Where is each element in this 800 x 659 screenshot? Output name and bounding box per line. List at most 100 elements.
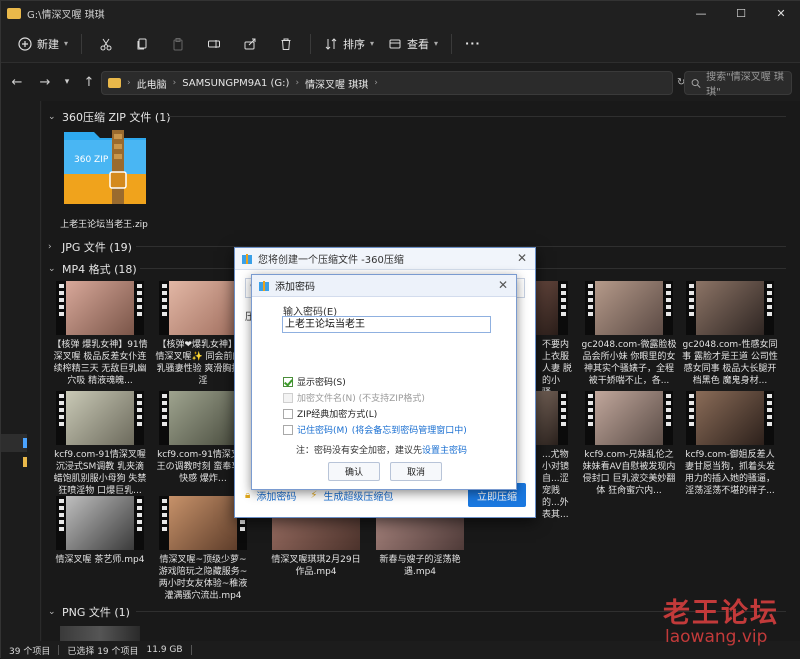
video-thumbnail — [686, 391, 774, 445]
chevron-down-icon: ▾ — [434, 39, 439, 48]
file-name: 上老王论坛当老王.zip — [60, 220, 148, 230]
lock-icon: 🔒︎ — [245, 490, 251, 501]
group-title: JPG 文件 (19) — [62, 241, 132, 254]
status-separator — [190, 645, 192, 655]
maximize-button[interactable]: ☐ — [721, 1, 761, 25]
share-icon — [244, 38, 256, 49]
group-header-jpg[interactable]: › JPG 文件 (19) — [48, 239, 132, 255]
zip-classic-encryption-option[interactable]: ZIP经典加密方式(L) — [283, 407, 377, 420]
explorer-window: G:\情深叉喔 琪琪 — ☐ ✕ 新建 ▾ 排序 ▾ 查看 ▾ ··· ← → … — [0, 0, 800, 659]
super-compress-link[interactable]: 生成超级压缩包 — [323, 488, 393, 503]
group-header-mp4[interactable]: ⌄ MP4 格式 (18) — [48, 261, 137, 277]
file-name: 情深叉喔 茶艺师.mp4 — [55, 555, 145, 565]
option-label: 显示密码(S) — [297, 378, 346, 388]
chevron-down-icon: ⌄ — [48, 112, 56, 122]
back-arrow-icon[interactable]: ← — [5, 70, 29, 94]
more-button[interactable]: ··· — [458, 30, 488, 58]
plus-circle-icon — [18, 36, 32, 51]
group-header-zip[interactable]: ⌄ 360压缩 ZIP 文件 (1) — [48, 109, 170, 125]
file-name: kcf9.com-兄妹乱伦之妹妹看AV自慰被发现内侵封口 巨乳波交美妙翻体 狂肏… — [582, 450, 676, 496]
breadcrumb-this-pc[interactable]: 此电脑 — [137, 76, 167, 91]
add-password-dialog: 添加密码 ✕ 输入密码(E) 上老王论坛当老王 显示密码(S) 加密文件名(N)… — [251, 274, 517, 490]
minimize-button[interactable]: — — [681, 1, 721, 25]
dialog-title: 添加密码 — [275, 282, 315, 293]
copy-button[interactable] — [128, 30, 156, 58]
chevron-right-icon: › — [48, 242, 52, 252]
item-count: 39 个项目 — [9, 646, 51, 657]
zip-archive-icon: 360 ZIP — [64, 130, 146, 204]
view-label: 查看 — [407, 37, 430, 51]
group-title: MP4 格式 (18) — [62, 263, 137, 276]
add-password-link[interactable]: 添加密码 — [256, 488, 296, 503]
scissors-icon — [100, 38, 112, 50]
video-thumbnail — [686, 281, 774, 335]
nav-pane-item-icon[interactable] — [23, 457, 27, 467]
png-thumbnail[interactable] — [60, 626, 140, 641]
show-password-option[interactable]: 显示密码(S) — [283, 375, 346, 388]
dialog-title-bar: 您将创建一个压缩文件 -360压缩 — [235, 248, 535, 270]
chevron-right-icon: › — [172, 78, 177, 88]
file-name: 新春与嫂子的淫荡艳遇.mp4 — [379, 555, 461, 577]
paste-button[interactable] — [164, 30, 192, 58]
file-name: 情深叉喔~顶级少萝~游戏陪玩之隐藏服务~两小时女友体验~稚液灌满骚穴流出.mp4 — [158, 555, 248, 601]
note-text: 注：密码没有安全加密，建议先 — [296, 446, 423, 456]
chevron-down-icon: ⌄ — [48, 264, 56, 274]
ok-button[interactable]: 确认 — [328, 462, 380, 481]
remember-password-option[interactable]: 记住密码(M) (将会备忘到密码管理窗口中) — [283, 423, 467, 436]
close-button[interactable]: ✕ — [761, 1, 800, 25]
dialog-title: 您将创建一个压缩文件 -360压缩 — [258, 255, 404, 266]
toolbar-separator — [81, 33, 83, 54]
checkbox[interactable] — [283, 424, 293, 435]
delete-button[interactable] — [272, 30, 300, 58]
security-note: 注：密码没有安全加密，建议先设置主密码 — [296, 443, 467, 456]
toolbar-separator — [310, 33, 312, 54]
share-button[interactable] — [236, 30, 264, 58]
cancel-button[interactable]: 取消 — [390, 462, 442, 481]
trash-icon — [281, 38, 291, 50]
address-bar[interactable]: › 此电脑 › SAMSUNGPM9A1 (G:) › 情深叉喔 琪琪 › — [101, 71, 673, 95]
chevron-right-icon: › — [295, 78, 300, 88]
file-name: 【核弹 爆乳女神】91情深叉喔 极品反差女仆连续榨精三天 无敌巨乳幽穴吸 精液魂… — [52, 340, 148, 386]
checkbox-checked[interactable] — [283, 376, 293, 387]
encrypt-filenames-option[interactable]: 加密文件名(N) (不支持ZIP格式) — [283, 391, 425, 404]
up-arrow-icon[interactable]: ↑ — [77, 70, 101, 94]
toolbar-separator — [451, 33, 453, 54]
video-thumbnail — [585, 281, 673, 335]
video-thumbnail — [585, 391, 673, 445]
breadcrumb-drive[interactable]: SAMSUNGPM9A1 (G:) — [182, 78, 289, 89]
option-hint: (将会备忘到密码管理窗口中) — [351, 426, 467, 436]
archive-app-icon — [259, 280, 269, 291]
option-label: ZIP经典加密方式(L) — [297, 410, 378, 420]
chevron-down-icon: ▾ — [64, 39, 69, 48]
video-thumbnail — [56, 496, 144, 550]
close-icon[interactable]: ✕ — [517, 251, 527, 265]
view-button[interactable]: 查看 ▾ — [381, 30, 445, 58]
group-header-png[interactable]: ⌄ PNG 文件 (1) — [48, 604, 130, 620]
navigation-pane[interactable] — [1, 101, 41, 641]
video-thumbnail — [56, 281, 144, 335]
chevron-down-icon[interactable]: ▾ — [61, 70, 73, 94]
sort-button[interactable]: 排序 ▾ — [317, 30, 381, 58]
checkbox[interactable] — [283, 408, 293, 419]
file-name: kcf9.com-御姐反差人妻甘愿当狗，抓着头发用力的插入她的骚逼，淫荡淫荡不堪… — [684, 450, 775, 496]
nav-pane-item-icon[interactable] — [23, 438, 27, 448]
chevron-down-icon: ▾ — [370, 39, 375, 48]
cut-button[interactable] — [92, 30, 120, 58]
set-master-password-link[interactable]: 设置主密码 — [422, 446, 467, 456]
breadcrumb-folder[interactable]: 情深叉喔 琪琪 — [305, 76, 368, 91]
folder-icon — [7, 7, 21, 19]
copy-icon — [137, 38, 147, 49]
chevron-right-icon: › — [127, 78, 131, 88]
checkbox-disabled[interactable] — [283, 392, 293, 403]
file-name: 情深叉喔琪琪2月29日作品.mp4 — [271, 555, 361, 577]
close-icon[interactable]: ✕ — [498, 278, 508, 292]
password-input[interactable]: 上老王论坛当老王 — [282, 316, 491, 333]
search-input[interactable]: 搜索"情深叉喔 琪琪" — [684, 71, 792, 98]
new-button[interactable]: 新建 ▾ — [11, 30, 75, 58]
forward-arrow-icon[interactable]: → — [33, 70, 57, 94]
zip-logo-text: 360 ZIP — [74, 155, 109, 165]
command-bar: 新建 ▾ 排序 ▾ 查看 ▾ ··· — [1, 25, 800, 63]
lightning-icon: ⚡︎ — [310, 490, 318, 501]
window-title: G:\情深叉喔 琪琪 — [27, 9, 105, 21]
rename-button[interactable] — [200, 30, 228, 58]
